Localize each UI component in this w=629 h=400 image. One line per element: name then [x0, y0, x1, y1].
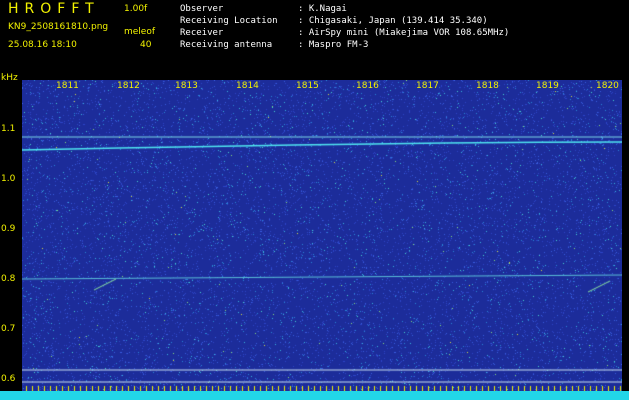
y-tick: 0.7 [1, 324, 16, 334]
x-tick: 1814 [236, 81, 259, 91]
x-tick: 1817 [416, 81, 439, 91]
info-key: Receiver [180, 28, 224, 38]
x-tick: 1816 [356, 81, 379, 91]
y-axis-unit: kHz [1, 73, 18, 83]
time-marker-bar [0, 391, 629, 400]
info-value: : AirSpy mini (Miakejima VOR 108.65MHz) [298, 28, 510, 38]
info-key: Receiving antenna [180, 40, 273, 50]
y-tick: 1.1 [1, 124, 16, 134]
x-tick: 1818 [476, 81, 499, 91]
y-tick: 0.9 [1, 224, 16, 234]
info-value: : K.Nagai [298, 4, 347, 14]
x-tick: 1813 [175, 81, 198, 91]
info-value: : Maspro FM-3 [298, 40, 369, 50]
info-key: Observer [180, 4, 224, 14]
info-row-receiver: Receiver : AirSpy mini (Miakejima VOR 10… [180, 27, 509, 39]
info-key: Receiving Location [180, 16, 278, 26]
filename-label: KN9_2508161810.png [8, 22, 109, 32]
y-tick: 0.6 [1, 374, 16, 384]
info-row-location: Receiving Location : Chigasaki, Japan (1… [180, 15, 509, 27]
app-logo: HROFFT [8, 1, 100, 17]
x-tick: 1815 [296, 81, 319, 91]
x-tick: 1812 [117, 81, 140, 91]
mode-label: meleof [124, 27, 156, 37]
info-row-antenna: Receiving antenna : Maspro FM-3 [180, 39, 509, 51]
x-tick: 1820 [596, 81, 619, 91]
info-row-observer: Observer : K.Nagai [180, 3, 509, 15]
spectrogram-canvas [22, 80, 622, 400]
x-tick: 1811 [56, 81, 79, 91]
version-label: 1.00f [124, 4, 148, 14]
count-label: 40 [140, 40, 152, 50]
y-tick: 0.8 [1, 274, 16, 284]
x-tick: 1819 [536, 81, 559, 91]
y-tick: 1.0 [1, 174, 16, 184]
spectrogram-plot [22, 80, 622, 400]
header-panel: HROFFT 1.00f KN9_2508161810.png meleof 2… [0, 0, 629, 78]
datetime-label: 25.08.16 18:10 [8, 40, 77, 50]
info-value: : Chigasaki, Japan (139.414 35.340) [298, 16, 488, 26]
station-info: Observer : K.Nagai Receiving Location : … [180, 3, 509, 51]
